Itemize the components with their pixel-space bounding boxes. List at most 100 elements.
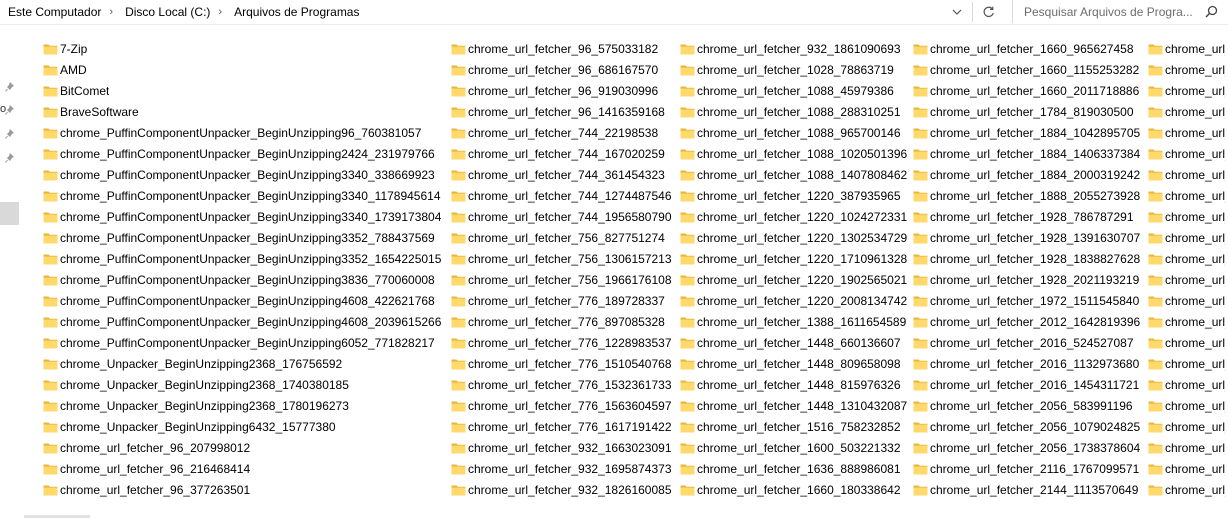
address-history-dropdown-button[interactable] bbox=[946, 0, 968, 24]
folder-item[interactable]: chrome_url_fetcher_1972_1511545840 bbox=[909, 290, 1140, 311]
folder-item[interactable]: chrome_url_ bbox=[1144, 395, 1225, 416]
folder-item[interactable]: chrome_url_fetcher_1220_1302534729 bbox=[676, 227, 907, 248]
folder-item[interactable]: chrome_url_ bbox=[1144, 311, 1225, 332]
folder-item[interactable]: chrome_url_fetcher_1600_503221332 bbox=[676, 437, 907, 458]
folder-item[interactable]: chrome_url_fetcher_1888_2055273928 bbox=[909, 185, 1140, 206]
breadcrumb-program-files[interactable]: Arquivos de Programas bbox=[226, 5, 363, 19]
folder-item[interactable]: chrome_url_fetcher_1220_1710961328 bbox=[676, 248, 907, 269]
folder-item[interactable]: chrome_url_fetcher_1220_387935965 bbox=[676, 185, 907, 206]
folder-item[interactable]: chrome_url_ bbox=[1144, 143, 1225, 164]
folder-item[interactable]: chrome_url_ bbox=[1144, 38, 1225, 59]
folder-item[interactable]: chrome_url_fetcher_96_216468414 bbox=[39, 458, 441, 479]
folder-item[interactable]: chrome_url_fetcher_96_919030996 bbox=[447, 80, 672, 101]
folder-item[interactable]: chrome_url_ bbox=[1144, 437, 1225, 458]
folder-item[interactable]: chrome_url_fetcher_776_1617191422 bbox=[447, 416, 672, 437]
folder-item[interactable]: chrome_url_ bbox=[1144, 248, 1225, 269]
folder-item[interactable]: chrome_PuffinComponentUnpacker_BeginUnzi… bbox=[39, 164, 441, 185]
folder-item[interactable]: chrome_url_ bbox=[1144, 353, 1225, 374]
folder-item[interactable]: chrome_url_fetcher_1220_2008134742 bbox=[676, 290, 907, 311]
folder-item[interactable]: chrome_url_fetcher_1448_809658098 bbox=[676, 353, 907, 374]
folder-item[interactable]: chrome_url_ bbox=[1144, 290, 1225, 311]
breadcrumb-chevron-icon[interactable]: › bbox=[105, 6, 117, 18]
folder-item[interactable]: chrome_url_fetcher_776_1532361733 bbox=[447, 374, 672, 395]
folder-item[interactable]: chrome_url_fetcher_1220_1024272331 bbox=[676, 206, 907, 227]
refresh-button[interactable] bbox=[975, 0, 1001, 24]
breadcrumb-chevron-icon[interactable]: › bbox=[214, 6, 226, 18]
folder-item[interactable]: chrome_Unpacker_BeginUnzipping2368_17403… bbox=[39, 374, 441, 395]
folder-item[interactable]: chrome_url_fetcher_1220_1902565021 bbox=[676, 269, 907, 290]
folder-item[interactable]: chrome_url_fetcher_1660_2011718886 bbox=[909, 80, 1140, 101]
folder-item[interactable]: chrome_url_fetcher_744_1274487546 bbox=[447, 185, 672, 206]
folder-item[interactable]: chrome_url_fetcher_2144_1113570649 bbox=[909, 479, 1140, 500]
pin-icon[interactable] bbox=[3, 102, 17, 116]
search-input[interactable] bbox=[1024, 4, 1198, 19]
pin-icon[interactable] bbox=[3, 150, 17, 164]
folder-item[interactable]: chrome_url_fetcher_1516_758232852 bbox=[676, 416, 907, 437]
folder-item[interactable]: chrome_url_ bbox=[1144, 416, 1225, 437]
folder-item[interactable]: chrome_PuffinComponentUnpacker_BeginUnzi… bbox=[39, 206, 441, 227]
folder-item[interactable]: chrome_url_fetcher_1928_1391630707 bbox=[909, 227, 1140, 248]
folder-item[interactable]: chrome_PuffinComponentUnpacker_BeginUnzi… bbox=[39, 185, 441, 206]
folder-item[interactable]: chrome_url_fetcher_1088_1020501396 bbox=[676, 143, 907, 164]
folder-item[interactable]: chrome_url_fetcher_744_22198538 bbox=[447, 122, 672, 143]
folder-item[interactable]: chrome_PuffinComponentUnpacker_BeginUnzi… bbox=[39, 332, 441, 353]
folder-item[interactable]: chrome_url_fetcher_1928_1838827628 bbox=[909, 248, 1140, 269]
folder-item[interactable]: BitComet bbox=[39, 80, 441, 101]
folder-item[interactable]: chrome_url_fetcher_776_897085328 bbox=[447, 311, 672, 332]
folder-item[interactable]: chrome_url_fetcher_776_1228983537 bbox=[447, 332, 672, 353]
folder-item[interactable]: chrome_url_fetcher_1088_965700146 bbox=[676, 122, 907, 143]
folder-item[interactable]: chrome_url_fetcher_1636_888986081 bbox=[676, 458, 907, 479]
horizontal-scrollbar[interactable] bbox=[24, 515, 90, 518]
folder-item[interactable]: chrome_url_fetcher_96_377263501 bbox=[39, 479, 441, 500]
folder-item[interactable]: chrome_url_fetcher_1784_819030500 bbox=[909, 101, 1140, 122]
folder-item[interactable]: chrome_url_fetcher_2016_1132973680 bbox=[909, 353, 1140, 374]
folder-item[interactable]: chrome_PuffinComponentUnpacker_BeginUnzi… bbox=[39, 290, 441, 311]
folder-item[interactable]: chrome_Unpacker_BeginUnzipping2368_17675… bbox=[39, 353, 441, 374]
folder-item[interactable]: chrome_url_fetcher_1660_1155253282 bbox=[909, 59, 1140, 80]
folder-item[interactable]: chrome_PuffinComponentUnpacker_BeginUnzi… bbox=[39, 269, 441, 290]
folder-item[interactable]: chrome_PuffinComponentUnpacker_BeginUnzi… bbox=[39, 311, 441, 332]
folder-item[interactable]: chrome_url_ bbox=[1144, 479, 1225, 500]
folder-item[interactable]: chrome_url_ bbox=[1144, 185, 1225, 206]
folder-item[interactable]: chrome_url_ bbox=[1144, 80, 1225, 101]
breadcrumb[interactable]: Este Computador › Disco Local (C:) › Arq… bbox=[0, 0, 945, 24]
folder-item[interactable]: chrome_url_fetcher_1660_965627458 bbox=[909, 38, 1140, 59]
breadcrumb-local-disk[interactable]: Disco Local (C:) bbox=[117, 5, 214, 19]
folder-item[interactable]: chrome_url_fetcher_1088_45979386 bbox=[676, 80, 907, 101]
folder-item[interactable]: chrome_url_fetcher_2016_1454311721 bbox=[909, 374, 1140, 395]
folder-item[interactable]: chrome_url_ bbox=[1144, 227, 1225, 248]
folder-item[interactable]: chrome_url_fetcher_1884_1406337384 bbox=[909, 143, 1140, 164]
folder-item[interactable]: chrome_PuffinComponentUnpacker_BeginUnzi… bbox=[39, 143, 441, 164]
pin-icon[interactable] bbox=[3, 126, 17, 140]
folder-item[interactable]: chrome_PuffinComponentUnpacker_BeginUnzi… bbox=[39, 227, 441, 248]
folder-item[interactable]: chrome_url_fetcher_1088_1407808462 bbox=[676, 164, 907, 185]
folder-item[interactable]: chrome_url_fetcher_2116_1767099571 bbox=[909, 458, 1140, 479]
search-icon[interactable] bbox=[1198, 0, 1224, 23]
folder-item[interactable]: chrome_url_ bbox=[1144, 269, 1225, 290]
folder-item[interactable]: chrome_url_ bbox=[1144, 101, 1225, 122]
breadcrumb-this-pc[interactable]: Este Computador bbox=[0, 5, 105, 19]
folder-item[interactable]: chrome_url_ bbox=[1144, 374, 1225, 395]
folder-item[interactable]: chrome_url_fetcher_776_189728337 bbox=[447, 290, 672, 311]
folder-item[interactable]: chrome_url_fetcher_756_827751274 bbox=[447, 227, 672, 248]
folder-item[interactable]: chrome_url_fetcher_1448_815976326 bbox=[676, 374, 907, 395]
folder-item[interactable]: chrome_url_fetcher_744_1956580790 bbox=[447, 206, 672, 227]
folder-item[interactable]: chrome_url_fetcher_744_361454323 bbox=[447, 164, 672, 185]
folder-item[interactable]: chrome_url_fetcher_1448_660136607 bbox=[676, 332, 907, 353]
folder-item[interactable]: chrome_url_ bbox=[1144, 206, 1225, 227]
folder-item[interactable]: chrome_url_fetcher_932_1663023091 bbox=[447, 437, 672, 458]
folder-item[interactable]: chrome_url_ bbox=[1144, 332, 1225, 353]
folder-item[interactable]: chrome_url_fetcher_2056_1079024825 bbox=[909, 416, 1140, 437]
folder-item[interactable]: chrome_url_fetcher_932_1695874373 bbox=[447, 458, 672, 479]
search-box[interactable] bbox=[1012, 0, 1228, 23]
folder-item[interactable]: chrome_Unpacker_BeginUnzipping2368_17801… bbox=[39, 395, 441, 416]
folder-item[interactable]: chrome_url_ bbox=[1144, 458, 1225, 479]
folder-item[interactable]: chrome_url_fetcher_1448_1310432087 bbox=[676, 395, 907, 416]
folder-item[interactable]: chrome_url_fetcher_96_207998012 bbox=[39, 437, 441, 458]
folder-item[interactable]: chrome_url_ bbox=[1144, 122, 1225, 143]
folder-item[interactable]: chrome_url_fetcher_776_1563604597 bbox=[447, 395, 672, 416]
folder-item[interactable]: chrome_Unpacker_BeginUnzipping6432_15777… bbox=[39, 416, 441, 437]
pin-icon[interactable] bbox=[3, 79, 17, 93]
folder-item[interactable]: chrome_url_fetcher_1388_1611654589 bbox=[676, 311, 907, 332]
folder-item[interactable]: BraveSoftware bbox=[39, 101, 441, 122]
